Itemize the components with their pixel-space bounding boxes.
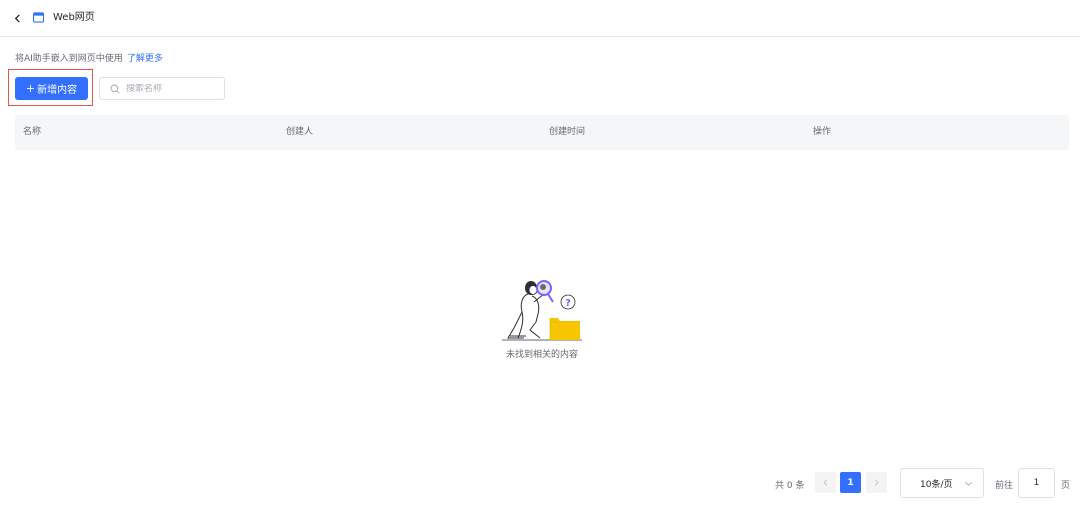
search-icon xyxy=(110,84,120,94)
goto-label: 前往 xyxy=(995,481,1014,491)
empty-state-text: 未找到相关的内容 xyxy=(505,350,578,360)
add-content-label: 新增内容 xyxy=(37,85,78,96)
pagination: 共 0 条 1 10条/页 前往 页 xyxy=(0,468,1080,498)
table-header: 名称 创建人 创建时间 操作 xyxy=(15,115,1069,150)
total-count: 共 0 条 xyxy=(775,481,805,491)
page-suffix: 页 xyxy=(1061,481,1071,491)
add-content-button[interactable]: + 新增内容 xyxy=(15,77,88,100)
top-bar: Web网页 xyxy=(0,0,1080,37)
page-size-select[interactable]: 10条/页 xyxy=(900,468,984,498)
chevron-down-icon xyxy=(965,481,972,486)
page-description: 将AI助手嵌入到网页中使用 了解更多 xyxy=(15,53,163,65)
svg-text:?: ? xyxy=(565,298,571,309)
description-text: 将AI助手嵌入到网页中使用 xyxy=(15,54,123,64)
empty-state: ? 未找到相关的内容 xyxy=(480,278,604,360)
browser-window-icon xyxy=(33,12,44,23)
column-header-created-time: 创建时间 xyxy=(549,127,586,137)
next-page-button[interactable] xyxy=(866,472,887,493)
chevron-left-icon xyxy=(823,479,828,486)
search-input[interactable] xyxy=(126,83,221,94)
person-magnifier-folder-illustration: ? xyxy=(502,280,582,341)
search-box[interactable] xyxy=(99,77,225,100)
goto-page-input[interactable] xyxy=(1018,468,1055,498)
page-number-button[interactable]: 1 xyxy=(840,472,861,493)
prev-page-button[interactable] xyxy=(815,472,836,493)
column-header-creator: 创建人 xyxy=(286,127,314,137)
plus-icon: + xyxy=(25,82,36,95)
chevron-left-icon xyxy=(14,13,20,23)
learn-more-link[interactable]: 了解更多 xyxy=(127,54,163,64)
column-header-actions: 操作 xyxy=(813,127,832,137)
column-header-name: 名称 xyxy=(23,127,42,137)
chevron-right-icon xyxy=(874,479,879,486)
page-size-value: 10条/页 xyxy=(920,479,953,490)
page-title: Web网页 xyxy=(53,12,95,23)
back-button[interactable] xyxy=(10,11,24,25)
